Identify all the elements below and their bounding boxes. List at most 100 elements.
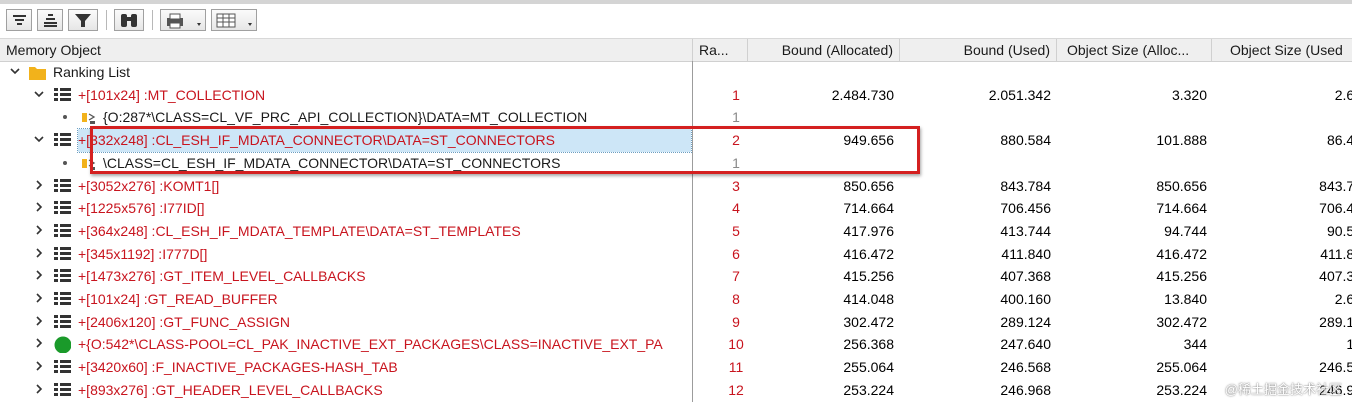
- watermark: @稀土掘金技术社区: [1224, 382, 1342, 397]
- filter-button[interactable]: [68, 9, 98, 31]
- chevron-right-icon[interactable]: [33, 288, 45, 310]
- table-row[interactable]: +[101x24] :MT_COLLECTION 1 2.484.730 2.051.…: [0, 84, 1352, 107]
- memory-object-label: +[3420x60] :F_INACTIVE_PACKAGES-HASH_TAB: [78, 359, 398, 376]
- bound-allocated-cell: 414.048: [843, 291, 894, 307]
- object-size-used-cell: 13: [1346, 336, 1352, 353]
- internal-table-icon: [54, 269, 71, 283]
- chevron-right-icon[interactable]: [33, 333, 45, 355]
- tree-root-row[interactable]: Ranking List: [0, 61, 1352, 84]
- column-header-memory-object[interactable]: Memory Object: [0, 39, 693, 61]
- chevron-right-icon[interactable]: [33, 175, 45, 197]
- chevron-right-icon[interactable]: [33, 197, 45, 219]
- bound-allocated-cell: 2.484.730: [831, 86, 894, 103]
- internal-table-icon: [54, 87, 71, 101]
- memory-object-label: +[101x24] :MT_COLLECTION: [78, 86, 266, 103]
- class-pool-icon: [54, 336, 71, 354]
- table-row[interactable]: +[1473x276] :GT_ITEM_LEVEL_CALLBACKS 7 415…: [0, 265, 1352, 288]
- bound-allocated-cell: 256.368: [843, 336, 894, 353]
- table-row[interactable]: +{O:542*\CLASS-POOL=CL_PAK_INACTIVE_EXT_…: [0, 333, 1352, 356]
- table-row[interactable]: +[364x248] :CL_ESH_IF_MDATA_TEMPLATE\DAT…: [0, 220, 1352, 243]
- printer-icon: [167, 13, 201, 29]
- bound-allocated-cell: 253.224: [843, 381, 894, 398]
- layout-menu-button[interactable]: [211, 9, 257, 31]
- object-size-allocated-cell: 415.256: [1156, 268, 1207, 285]
- object-size-allocated-cell: 344: [1183, 336, 1207, 353]
- bound-used-cell: 289.124: [1000, 313, 1051, 330]
- internal-table-icon: [54, 223, 71, 237]
- bound-allocated-cell: 417.976: [843, 222, 894, 239]
- object-size-allocated-cell: 94.744: [1164, 222, 1207, 239]
- table-row[interactable]: +[893x276] :GT_HEADER_LEVEL_CALLBACKS 12 2…: [0, 379, 1352, 402]
- chevron-down-icon[interactable]: [33, 129, 45, 151]
- column-header-rank[interactable]: Ra...: [693, 39, 748, 61]
- bound-allocated-cell: 255.064: [843, 359, 894, 376]
- object-size-allocated-cell: [1057, 152, 1207, 175]
- object-size-allocated-cell: 255.064: [1156, 359, 1207, 376]
- object-size-allocated-cell: [1057, 106, 1207, 129]
- object-size-used-cell: 2.62: [1334, 291, 1352, 307]
- internal-table-icon: [54, 314, 71, 328]
- internal-table-icon: [54, 133, 71, 147]
- column-header-object-size-allocated[interactable]: Object Size (Alloc...: [1057, 39, 1212, 61]
- bound-used-cell: 247.640: [1000, 336, 1051, 353]
- chevron-right-icon[interactable]: [33, 356, 45, 378]
- chevron-down-icon[interactable]: [9, 61, 21, 83]
- object-size-used-cell: 90.51: [1326, 222, 1352, 239]
- column-header-bound-allocated[interactable]: Bound (Allocated): [748, 39, 900, 61]
- object-size-used-cell: 843.78: [1319, 177, 1352, 194]
- sort-descending-button[interactable]: [37, 9, 63, 31]
- chevron-right-icon[interactable]: [33, 311, 45, 333]
- table-row[interactable]: +[2406x120] :GT_FUNC_ASSIGN 9 302.472 289.1…: [0, 311, 1352, 334]
- table-row[interactable]: +[345x1192] :I777D[] 6 416.472 411.840 416.4…: [0, 243, 1352, 266]
- chevron-right-icon[interactable]: [33, 265, 45, 287]
- object-size-allocated-cell: 3.320: [1171, 86, 1207, 103]
- table-row[interactable]: +[101x24] :GT_READ_BUFFER 8 414.048 400.160…: [0, 288, 1352, 311]
- memory-object-label: +[364x248] :CL_ESH_IF_MDATA_TEMPLATE\DAT…: [78, 222, 521, 239]
- filter-icon: [75, 14, 91, 27]
- bound-used-cell: 411.840: [1001, 245, 1051, 262]
- sort-ascending-button[interactable]: [6, 9, 32, 31]
- chevron-right-icon[interactable]: [33, 379, 45, 401]
- table-row[interactable]: +[3052x276] :KOMT1[] 3 850.656 843.784 850.6…: [0, 175, 1352, 198]
- print-menu-button[interactable]: [160, 9, 206, 31]
- bound-used-cell: 706.456: [1000, 200, 1051, 217]
- sort-descending-icon: [44, 14, 57, 27]
- object-size-allocated-cell: 101.888: [1156, 132, 1207, 149]
- chevron-right-icon[interactable]: [33, 220, 45, 242]
- bound-used-cell: 843.784: [1000, 177, 1051, 194]
- chevron-right-icon[interactable]: [33, 243, 45, 265]
- folder-icon: [29, 67, 46, 80]
- column-header-bound-used[interactable]: Bound (Used): [900, 39, 1057, 61]
- toolbar-separator: [152, 10, 153, 30]
- bound-allocated-cell: 850.656: [843, 177, 894, 194]
- column-header-object-size-used[interactable]: Object Size (Used: [1212, 39, 1352, 61]
- bound-used-cell: 400.160: [1000, 291, 1051, 307]
- object-size-allocated-cell: 253.224: [1156, 381, 1207, 398]
- table-row[interactable]: +[3420x60] :F_INACTIVE_PACKAGES-HASH_TAB…: [0, 356, 1352, 379]
- object-size-allocated-cell: 13.840: [1164, 291, 1207, 307]
- bound-used-cell: 407.368: [1000, 268, 1051, 285]
- object-size-used-cell: 86.44: [1326, 132, 1352, 149]
- table-row[interactable]: +[1225x576] :I77ID[] 4 714.664 706.456 714.6…: [0, 197, 1352, 220]
- bound-used-cell: 413.744: [1000, 222, 1051, 239]
- internal-table-icon: [54, 201, 71, 215]
- object-size-used-cell: 246.56: [1319, 359, 1352, 376]
- bound-allocated-cell: 302.472: [843, 313, 894, 330]
- sort-ascending-icon: [13, 15, 26, 25]
- bound-used-cell: [900, 106, 1051, 129]
- bound-used-cell: 246.568: [1000, 359, 1051, 376]
- bound-allocated-cell: 416.472: [843, 245, 894, 262]
- memory-object-label: +[2406x120] :GT_FUNC_ASSIGN: [78, 313, 291, 330]
- column-divider: [692, 61, 693, 402]
- object-size-allocated-cell: 302.472: [1156, 313, 1207, 330]
- tree-leaf-bullet: [63, 160, 67, 165]
- memory-object-label: +[1473x276] :GT_ITEM_LEVEL_CALLBACKS: [78, 268, 366, 285]
- object-size-used-cell: [1212, 152, 1352, 175]
- object-size-allocated-cell: 850.656: [1156, 177, 1207, 194]
- chevron-down-icon[interactable]: [33, 84, 45, 106]
- internal-table-icon: [54, 360, 71, 374]
- binoculars-icon: [121, 14, 137, 27]
- memory-object-label: +[345x1192] :I777D[]: [78, 245, 208, 262]
- find-button[interactable]: [114, 9, 144, 31]
- tree-grid[interactable]: Ranking List +[101x24] :MT_COLLECTION 1 2.…: [0, 61, 1352, 402]
